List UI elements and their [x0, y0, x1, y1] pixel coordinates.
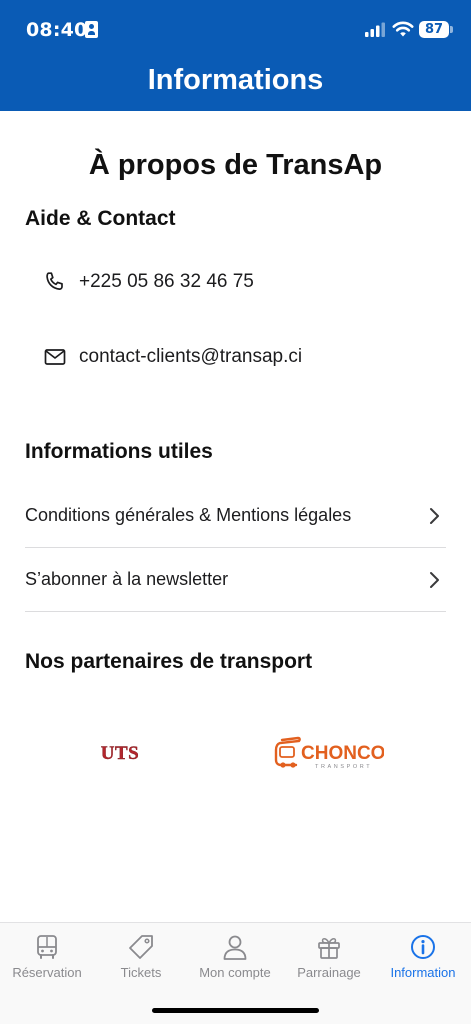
bus-icon — [37, 935, 57, 959]
link-newsletter[interactable]: S’abonner à la newsletter — [25, 550, 446, 612]
uts-logo: UTS — [101, 743, 139, 764]
tab-information[interactable]: Information — [376, 933, 470, 993]
link-newsletter-label: S’abonner à la newsletter — [25, 569, 229, 589]
tab-account-label: Mon compte — [199, 965, 271, 980]
tag-icon — [129, 935, 153, 959]
app-header: 08:40 87 Informations — [0, 0, 471, 111]
tab-reservation[interactable]: Réservation — [0, 933, 94, 993]
header-title: Informations — [147, 64, 324, 96]
page-title: À propos de TransAp — [88, 149, 383, 181]
tab-referral[interactable]: Parrainage — [282, 933, 376, 993]
chevron-right-icon — [430, 508, 439, 524]
contact-phone[interactable]: +225 05 86 32 46 75 — [43, 267, 443, 297]
svg-text:UTS: UTS — [101, 743, 139, 764]
email-address: contact-clients@transap.ci — [79, 346, 303, 367]
phone-number: +225 05 86 32 46 75 — [79, 271, 254, 292]
wifi-icon — [392, 21, 414, 37]
section-title-useful-info: Informations utiles — [25, 440, 213, 463]
tab-tickets[interactable]: Tickets — [94, 933, 188, 993]
battery-tip — [450, 26, 453, 33]
section-title-help-contact: Aide & Contact — [25, 207, 176, 230]
tab-reservation-label: Réservation — [12, 965, 82, 980]
tab-tickets-label: Tickets — [120, 965, 162, 980]
person-icon — [223, 935, 247, 960]
id-card-icon — [85, 21, 98, 38]
link-terms-legal-label: Conditions générales & Mentions légales — [25, 505, 352, 525]
contact-email[interactable]: contact-clients@transap.ci — [43, 342, 443, 372]
gift-icon — [318, 938, 340, 959]
svg-text:CHONCO: CHONCO — [301, 743, 384, 764]
link-terms-legal[interactable]: Conditions générales & Mentions légales — [25, 486, 446, 548]
info-icon — [411, 935, 435, 959]
battery-indicator: 87 — [419, 21, 449, 38]
tab-referral-label: Parrainage — [297, 965, 361, 980]
phone-icon — [46, 272, 63, 290]
mail-icon — [44, 349, 66, 365]
status-time: 08:40 — [26, 19, 88, 41]
tab-account[interactable]: Mon compte — [188, 933, 282, 993]
cellular-signal-icon — [365, 22, 385, 37]
chevron-right-icon — [430, 572, 439, 588]
section-title-partners: Nos partenaires de transport — [25, 650, 313, 673]
chonco-logo: CHONCO TRANSPORT — [274, 736, 384, 770]
tab-information-label: Information — [390, 965, 456, 980]
home-indicator — [152, 1008, 319, 1013]
svg-text:TRANSPORT: TRANSPORT — [315, 764, 372, 770]
